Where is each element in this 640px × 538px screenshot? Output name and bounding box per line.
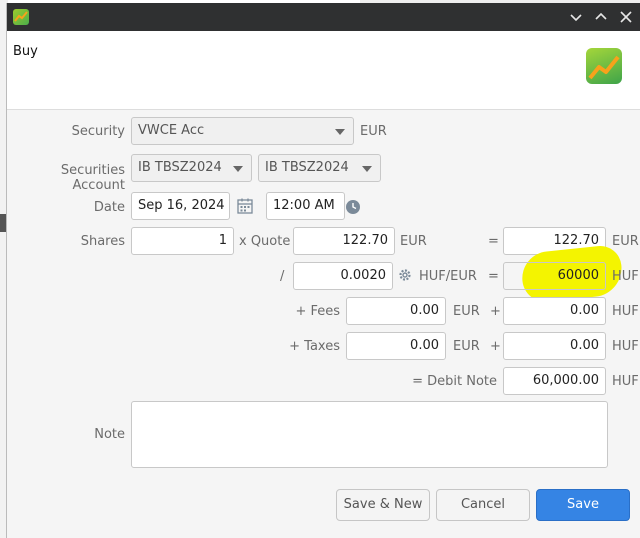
note-label: Note (94, 427, 125, 442)
date-input[interactable]: Sep 16, 2024 (131, 192, 230, 220)
gross-value-currency: EUR (612, 234, 639, 249)
gear-icon[interactable] (398, 268, 412, 286)
cancel-button[interactable]: Cancel (436, 489, 530, 521)
plus-sign: + (490, 339, 501, 354)
dialog-header: Buy (7, 31, 640, 110)
x-quote-label: x Quote (239, 234, 291, 249)
debit-note-currency: HUF (612, 374, 639, 389)
exchange-rate-input[interactable]: 0.0020 (293, 262, 393, 290)
converted-currency: HUF (612, 269, 639, 284)
securities-account-value: IB TBSZ2024 (138, 160, 222, 175)
note-textarea[interactable] (131, 401, 608, 468)
close-button[interactable] (617, 8, 635, 26)
reference-account-value: IB TBSZ2024 (265, 160, 349, 175)
chevron-down-icon (362, 166, 372, 172)
save-and-new-button[interactable]: Save & New (336, 489, 430, 521)
fees-input[interactable]: 0.00 (346, 297, 446, 325)
fees-label: + Fees (295, 304, 340, 319)
shares-input[interactable]: 1 (131, 227, 234, 255)
securities-account-select[interactable]: IB TBSZ2024 (131, 154, 252, 182)
plus-sign: + (490, 304, 501, 319)
taxes-converted-input[interactable]: 0.00 (503, 332, 606, 360)
securities-account-label: Securities Account (60, 163, 125, 193)
currency-pair-label: HUF/EUR (419, 269, 477, 284)
security-select[interactable]: VWCE Acc (131, 117, 354, 145)
chevron-down-icon (570, 14, 582, 22)
portfolio-logo-icon (586, 48, 622, 84)
reference-account-select[interactable]: IB TBSZ2024 (258, 154, 381, 182)
taxes-label: + Taxes (289, 339, 340, 354)
shares-label: Shares (80, 234, 125, 249)
debit-note-input[interactable]: 60,000.00 (503, 367, 606, 395)
chevron-down-icon (233, 166, 243, 172)
security-value: VWCE Acc (138, 123, 205, 138)
converted-amount-input[interactable]: 60000 (503, 262, 606, 290)
buy-dialog: Buy Security VWCE Acc EUR Securities Acc… (6, 3, 640, 538)
time-input[interactable]: 12:00 AM (266, 192, 345, 220)
minimize-button[interactable] (567, 8, 585, 26)
security-currency: EUR (360, 124, 387, 139)
chevron-down-icon (335, 129, 345, 135)
fees-currency: EUR (453, 304, 480, 319)
chevron-up-icon (595, 12, 607, 20)
quote-currency: EUR (400, 234, 427, 249)
fees-converted-input[interactable]: 0.00 (503, 297, 606, 325)
taxes-input[interactable]: 0.00 (346, 332, 446, 360)
close-icon (620, 11, 632, 23)
save-button[interactable]: Save (536, 489, 630, 521)
date-label: Date (93, 200, 125, 215)
title-bar (7, 3, 640, 31)
taxes-currency: EUR (453, 339, 480, 354)
divide-sign: / (280, 269, 285, 284)
app-icon (13, 9, 29, 25)
equals-sign: = (488, 269, 499, 284)
equals-sign: = (488, 234, 499, 249)
quote-input[interactable]: 122.70 (293, 227, 395, 255)
clock-icon[interactable] (345, 199, 361, 219)
dialog-title: Buy (13, 44, 38, 59)
taxes-converted-currency: HUF (612, 339, 639, 354)
calendar-icon[interactable] (236, 197, 254, 219)
fees-converted-currency: HUF (612, 304, 639, 319)
security-label: Security (71, 124, 125, 139)
debit-note-label: = Debit Note (412, 374, 497, 389)
maximize-button[interactable] (592, 8, 610, 26)
